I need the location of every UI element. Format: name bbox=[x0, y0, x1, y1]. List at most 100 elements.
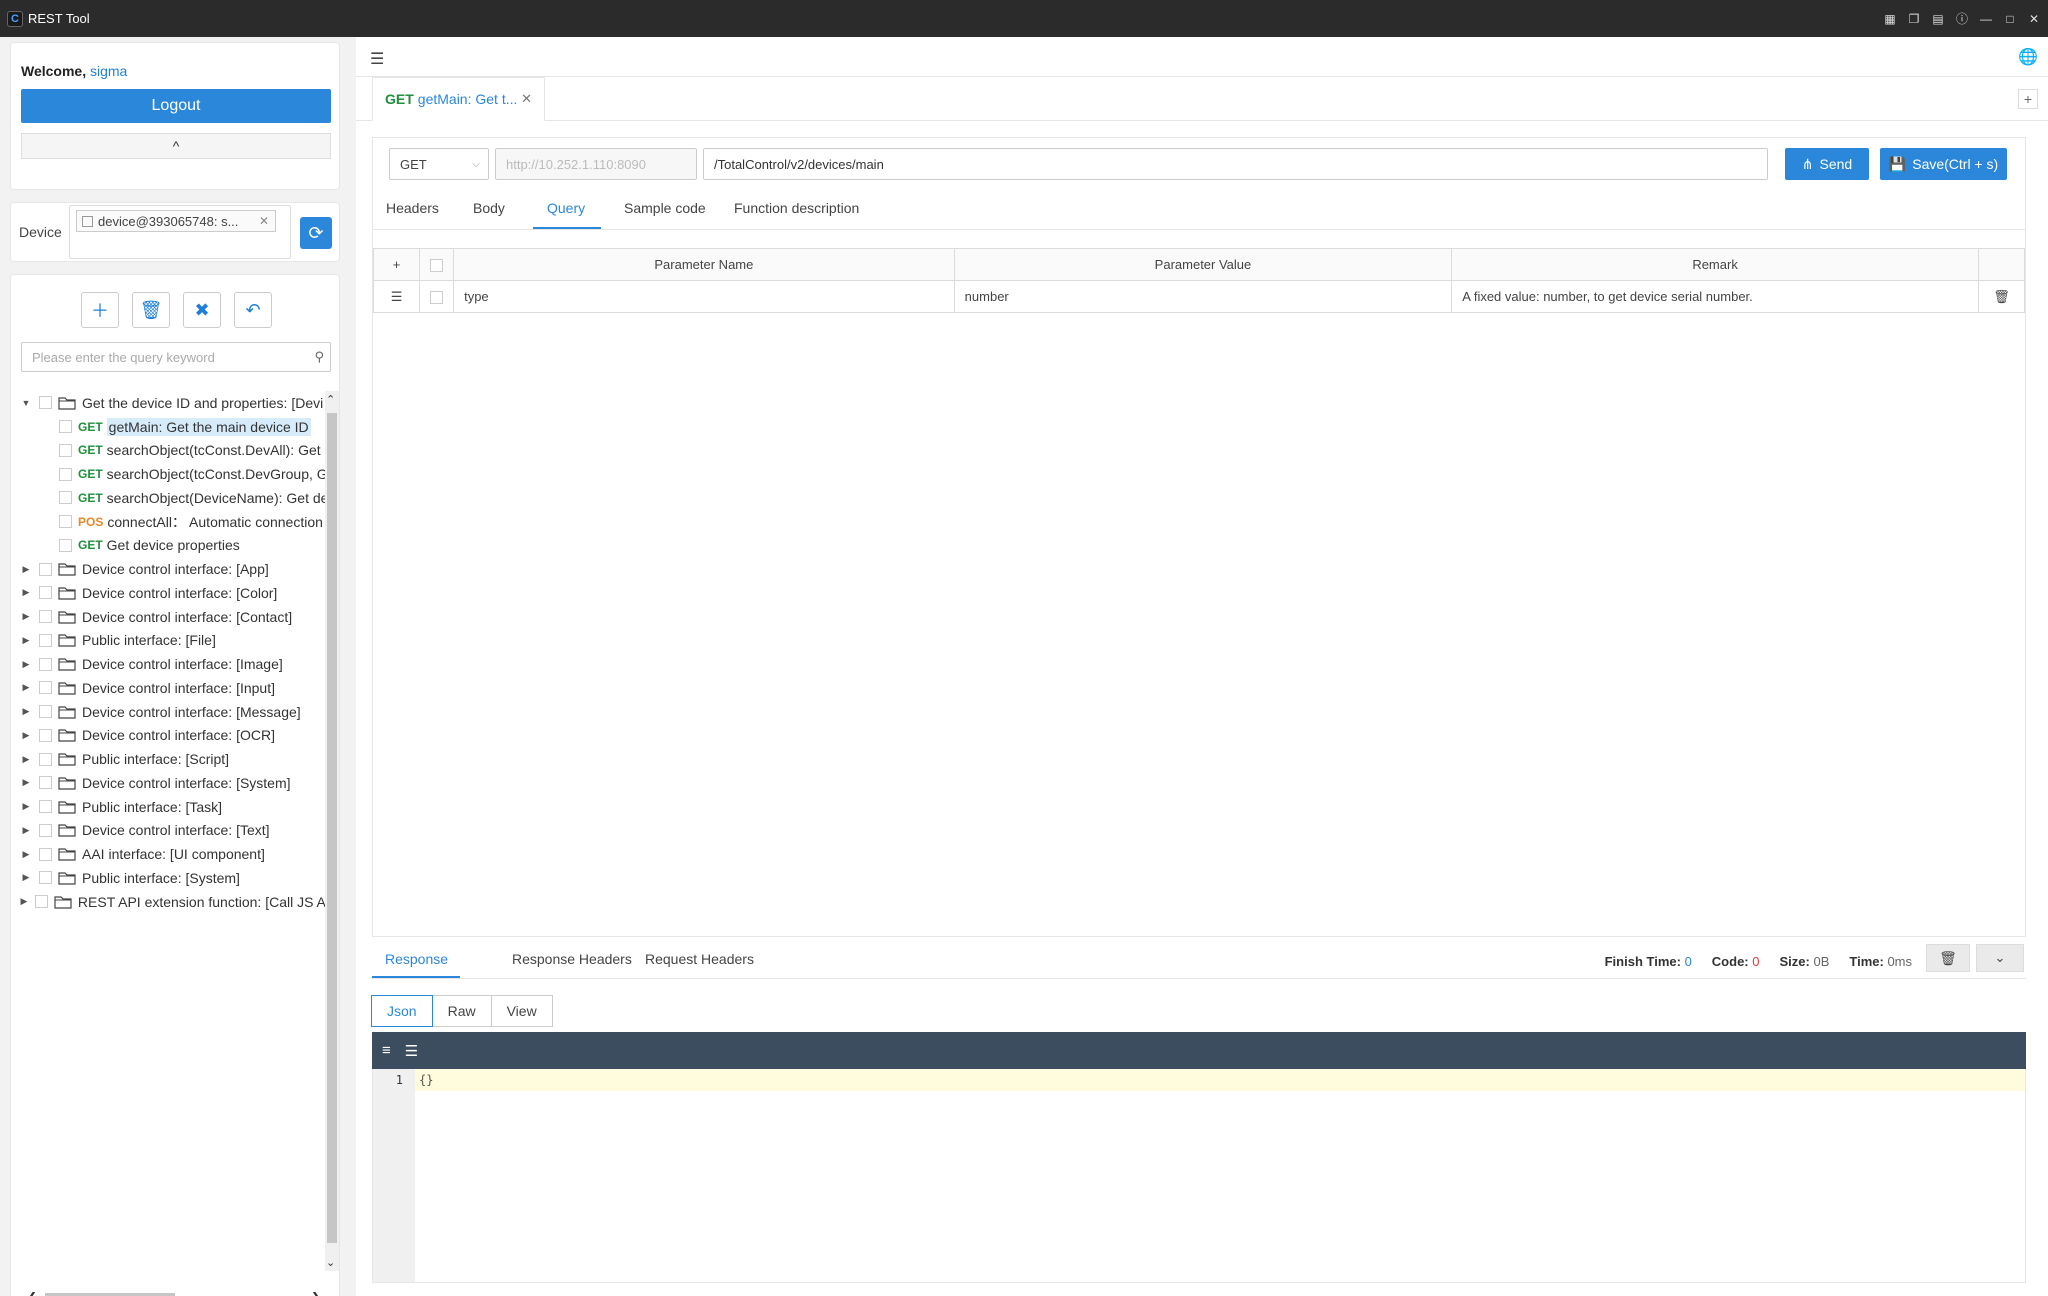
tree-folder[interactable]: ▶ Public interface: [Script] bbox=[19, 747, 329, 771]
tree-checkbox[interactable] bbox=[34, 895, 48, 909]
tree-checkbox[interactable] bbox=[39, 847, 52, 861]
logout-button[interactable]: Logout bbox=[21, 89, 331, 123]
collapse-response-button[interactable]: ⌄ bbox=[1976, 944, 2024, 972]
caret-right-icon[interactable]: ▶ bbox=[19, 730, 33, 741]
caret-right-icon[interactable]: ▶ bbox=[19, 564, 33, 575]
row-checkbox[interactable] bbox=[430, 291, 444, 305]
maximize-icon[interactable]: □ bbox=[2004, 13, 2016, 25]
tree-checkbox[interactable] bbox=[59, 538, 72, 552]
tree-checkbox[interactable] bbox=[39, 871, 52, 885]
tree-endpoint[interactable]: POS connectAll： Automatic connection bbox=[19, 510, 329, 534]
search-icon[interactable]: ⚲ bbox=[314, 349, 324, 365]
tree-checkbox[interactable] bbox=[59, 443, 72, 457]
param-name-cell[interactable]: type bbox=[453, 280, 955, 313]
delete-row-icon[interactable]: 🗑 bbox=[1977, 280, 2026, 313]
caret-right-icon[interactable]: ▶ bbox=[19, 682, 33, 693]
select-all-checkbox[interactable] bbox=[430, 259, 444, 273]
caret-right-icon[interactable]: ▶ bbox=[19, 659, 33, 670]
view-json-button[interactable]: Json bbox=[371, 995, 433, 1027]
close-icon[interactable]: ✕ bbox=[2028, 13, 2040, 25]
tree-folder[interactable]: ▶ Device control interface: [Input] bbox=[19, 676, 329, 700]
tree-folder[interactable]: ▶ Device control interface: [Text] bbox=[19, 819, 329, 843]
tree-endpoint[interactable]: GET getMain: Get the main device ID bbox=[19, 415, 329, 439]
scroll-right-icon[interactable]: ❯ bbox=[311, 1290, 321, 1296]
view-raw-button[interactable]: Raw bbox=[431, 995, 492, 1027]
delete-button[interactable]: 🗑 bbox=[132, 292, 170, 328]
window-icon[interactable]: ▤ bbox=[1932, 13, 1944, 25]
caret-right-icon[interactable]: ▶ bbox=[19, 872, 33, 883]
tab-query[interactable]: Query bbox=[547, 200, 585, 216]
device-select[interactable]: device@393065748: s... ✕ bbox=[69, 205, 291, 259]
tree-checkbox[interactable] bbox=[59, 491, 72, 505]
tools-button[interactable]: ✖ bbox=[183, 292, 221, 328]
code-line[interactable]: {} bbox=[415, 1069, 2025, 1091]
collapse-button[interactable]: ^ bbox=[21, 133, 331, 159]
scroll-up-icon[interactable]: ⌃ bbox=[326, 393, 335, 406]
tree-folder[interactable]: ▶ AAI interface: [UI component] bbox=[19, 842, 329, 866]
refresh-devices-button[interactable]: ⟳ bbox=[300, 217, 332, 249]
tree-endpoint[interactable]: GET Get device properties bbox=[19, 534, 329, 558]
tab-response[interactable]: Response bbox=[385, 951, 448, 967]
menu-toggle-icon[interactable]: ☰ bbox=[370, 49, 384, 69]
tree-folder[interactable]: ▶ Public interface: [Task] bbox=[19, 795, 329, 819]
caret-right-icon[interactable]: ▶ bbox=[19, 706, 33, 717]
tree-checkbox[interactable] bbox=[39, 728, 52, 742]
caret-right-icon[interactable]: ▶ bbox=[19, 825, 33, 836]
tree-folder[interactable]: ▶ Device control interface: [App] bbox=[19, 557, 329, 581]
add-button[interactable]: ＋ bbox=[81, 292, 119, 328]
clear-response-button[interactable]: 🗑 bbox=[1926, 944, 1970, 972]
device-tag[interactable]: device@393065748: s... ✕ bbox=[76, 210, 276, 232]
add-param-button[interactable]: + bbox=[372, 248, 421, 281]
view-view-button[interactable]: View bbox=[490, 995, 553, 1027]
tab-request-headers[interactable]: Request Headers bbox=[645, 951, 754, 967]
compact-icon[interactable]: ☰ bbox=[405, 1042, 418, 1060]
tree-folder[interactable]: ▶ Device control interface: [OCR] bbox=[19, 724, 329, 748]
scroll-down-icon[interactable]: ⌄ bbox=[326, 1256, 335, 1269]
caret-right-icon[interactable]: ▶ bbox=[19, 849, 33, 860]
add-tab-button[interactable]: + bbox=[2018, 89, 2038, 109]
tree-folder[interactable]: ▶ REST API extension function: [Call JS A… bbox=[19, 890, 329, 914]
drag-handle-icon[interactable]: ☰ bbox=[372, 280, 421, 313]
json-editor[interactable]: 1 {} bbox=[372, 1069, 2026, 1283]
format-icon[interactable]: ≡ bbox=[382, 1042, 391, 1059]
tree-folder[interactable]: ▶ Device control interface: [Contact] bbox=[19, 605, 329, 629]
tree-endpoint[interactable]: GET searchObject(tcConst.DevAll): Get a bbox=[19, 439, 329, 463]
tree-checkbox[interactable] bbox=[39, 800, 52, 814]
tree-checkbox[interactable] bbox=[39, 681, 52, 695]
tab-sample-code[interactable]: Sample code bbox=[624, 200, 706, 216]
tree-checkbox[interactable] bbox=[39, 586, 52, 600]
param-value-cell[interactable]: number bbox=[953, 280, 1453, 313]
request-tab[interactable]: GET getMain: Get t... ✕ bbox=[372, 77, 545, 121]
globe-icon[interactable]: 🌐 bbox=[2018, 47, 2038, 67]
caret-right-icon[interactable]: ▶ bbox=[19, 611, 33, 622]
tree-folder[interactable]: ▶ Device control interface: [System] bbox=[19, 771, 329, 795]
tree-folder[interactable]: ▶ Device control interface: [Image] bbox=[19, 652, 329, 676]
minimize-icon[interactable]: — bbox=[1980, 13, 1992, 25]
scroll-left-icon[interactable]: ❮ bbox=[27, 1290, 37, 1296]
close-tab-icon[interactable]: ✕ bbox=[521, 91, 532, 107]
layout-grid-icon[interactable]: ▦ bbox=[1884, 13, 1896, 25]
tree-checkbox[interactable] bbox=[39, 396, 52, 410]
save-button[interactable]: 💾 Save(Ctrl + s) bbox=[1880, 148, 2007, 180]
caret-right-icon[interactable]: ▶ bbox=[19, 777, 33, 788]
horizontal-scrollbar[interactable]: ❮ ❯ bbox=[21, 1290, 321, 1296]
device-checkbox[interactable] bbox=[82, 215, 93, 227]
tree-checkbox[interactable] bbox=[39, 705, 52, 719]
caret-right-icon[interactable]: ▶ bbox=[19, 801, 33, 812]
remark-cell[interactable]: A fixed value: number, to get device ser… bbox=[1451, 280, 1979, 313]
caret-right-icon[interactable]: ▶ bbox=[19, 754, 33, 765]
caret-right-icon[interactable]: ▶ bbox=[19, 587, 33, 598]
caret-down-icon[interactable]: ▼ bbox=[19, 398, 33, 408]
tree-checkbox[interactable] bbox=[39, 562, 52, 576]
tree-checkbox[interactable] bbox=[39, 657, 52, 671]
tree-checkbox[interactable] bbox=[39, 776, 52, 790]
scrollbar-thumb[interactable] bbox=[327, 413, 337, 1243]
layers-icon[interactable]: ❐ bbox=[1908, 13, 1920, 25]
tree-checkbox[interactable] bbox=[59, 420, 72, 434]
tree-folder[interactable]: ▶ Device control interface: [Color] bbox=[19, 581, 329, 605]
vertical-scrollbar[interactable]: ⌃ ⌄ bbox=[325, 391, 339, 1271]
tree-checkbox[interactable] bbox=[39, 823, 52, 837]
caret-right-icon[interactable]: ▶ bbox=[19, 896, 29, 907]
tab-function-description[interactable]: Function description bbox=[734, 200, 859, 216]
tab-response-headers[interactable]: Response Headers bbox=[512, 951, 632, 967]
